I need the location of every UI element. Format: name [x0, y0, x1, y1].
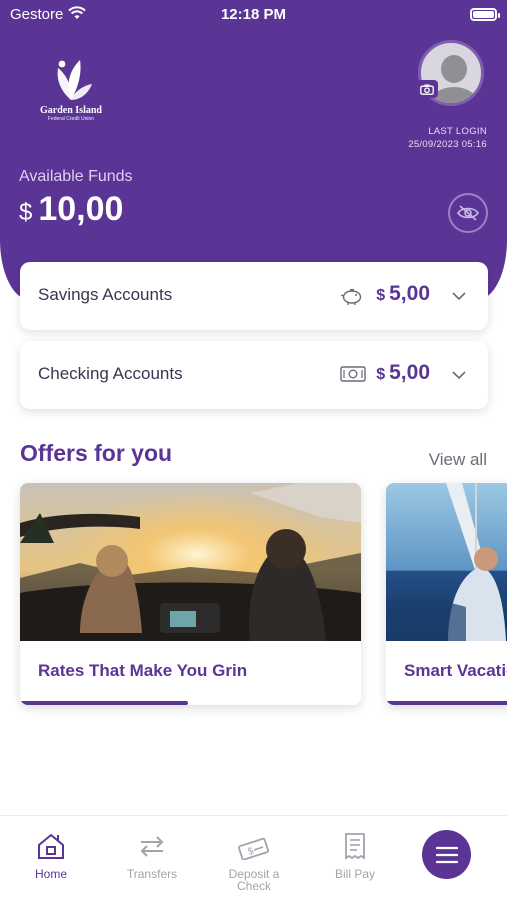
camera-icon[interactable] [416, 80, 438, 98]
avatar-head-shape [441, 55, 467, 83]
tab-deposit-check[interactable]: $ Deposit a Check [214, 832, 294, 892]
brand-tagline: Federal Credit Union [47, 116, 95, 122]
offer-progress-bar [386, 701, 507, 705]
offer-progress-bar [20, 701, 188, 705]
chevron-down-icon[interactable] [452, 288, 466, 306]
offers-heading: Offers for you [20, 440, 173, 466]
tab-transfers[interactable]: Transfers [112, 832, 192, 880]
account-balance: $5,00 [376, 282, 430, 306]
tab-home[interactable]: Home [11, 832, 91, 880]
tab-label: Deposit a Check [228, 867, 280, 893]
account-currency: $ [376, 287, 386, 304]
app-screen: Gestore 12:18 PM Garden Island Federal C… [0, 0, 507, 900]
offer-card[interactable]: Rates That Make You Grin [20, 483, 361, 705]
tab-label: Bill Pay [334, 867, 375, 881]
battery-icon [470, 8, 500, 21]
hide-balance-button[interactable] [448, 193, 488, 233]
offer-title: Smart Vacatio [404, 661, 507, 680]
account-amount: 5,00 [389, 282, 430, 305]
clock: 12:18 PM [220, 6, 287, 23]
cash-icon [340, 365, 366, 388]
available-funds-label: Available Funds [19, 168, 133, 185]
transfers-icon [112, 832, 192, 862]
last-login-label: LAST LOGIN [428, 126, 487, 137]
chevron-down-icon[interactable] [452, 367, 466, 385]
brand-name: Garden Island [40, 105, 102, 116]
funds-currency: $ [19, 199, 33, 226]
brand-logo: Garden Island Federal Credit Union [36, 56, 106, 126]
view-all-link[interactable]: View all [429, 450, 487, 470]
piggy-bank-icon [340, 286, 364, 311]
hamburger-menu-icon [435, 846, 458, 863]
offer-title: Rates That Make You Grin [38, 661, 248, 680]
account-name: Checking Accounts [38, 364, 183, 383]
offer-image-convertible [20, 483, 361, 641]
offer-image-sailing [386, 483, 507, 641]
available-funds-value: $10,00 [19, 190, 123, 229]
last-login: LAST LOGIN 25/09/2023 05:16 [408, 125, 487, 151]
savings-accounts-card[interactable]: Savings Accounts $5,00 [20, 262, 488, 330]
eye-off-icon [457, 205, 479, 221]
menu-button[interactable] [422, 830, 471, 879]
status-bar: Gestore 12:18 PM [0, 0, 507, 30]
last-login-value: 25/09/2023 05:16 [408, 139, 487, 150]
tab-label: Home [34, 867, 67, 881]
offer-card[interactable]: Smart Vacatio [386, 483, 507, 705]
account-name: Savings Accounts [38, 285, 173, 304]
svg-text:$: $ [246, 845, 255, 857]
account-currency: $ [376, 366, 386, 383]
deposit-check-icon: $ [214, 832, 294, 862]
home-icon [11, 832, 91, 862]
tab-label: Transfers [126, 867, 178, 881]
leaf-logo-icon [57, 60, 92, 100]
funds-amount: 10,00 [38, 190, 124, 228]
bill-pay-icon [315, 832, 395, 862]
tab-bill-pay[interactable]: Bill Pay [315, 832, 395, 880]
account-balance: $5,00 [376, 361, 430, 385]
checking-accounts-card[interactable]: Checking Accounts $5,00 [20, 341, 488, 409]
account-amount: 5,00 [389, 361, 430, 384]
